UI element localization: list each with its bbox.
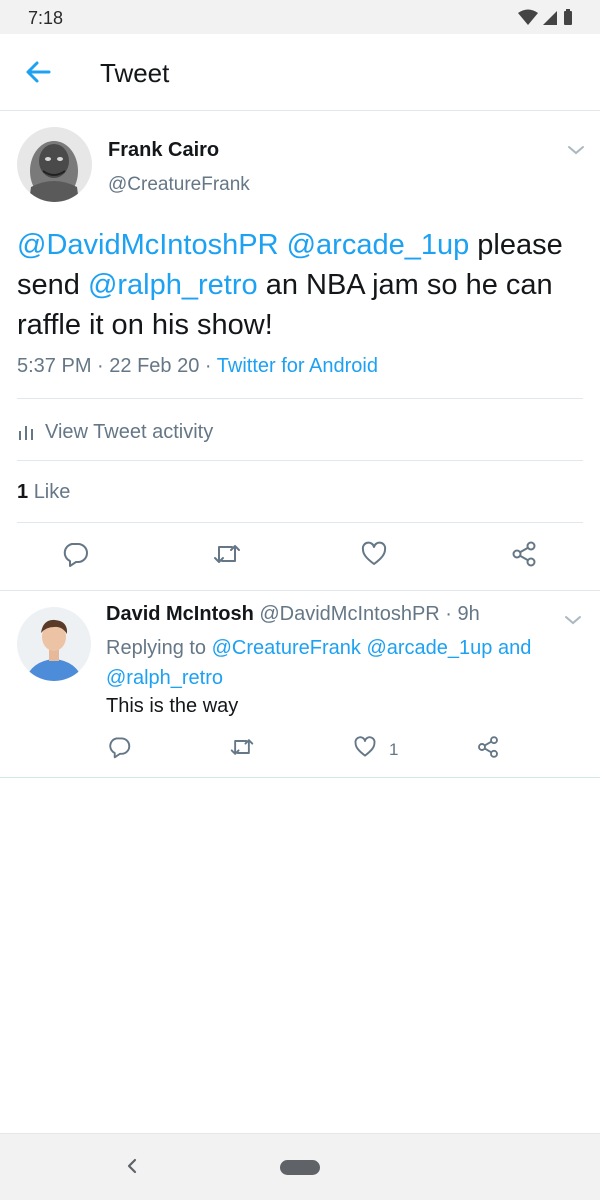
retweet-icon (230, 739, 254, 755)
like-button[interactable] (352, 734, 378, 760)
meta-separator: · (204, 355, 212, 377)
replying-to-mention[interactable]: @CreatureFrank (212, 637, 361, 659)
top-app-bar: Tweet (0, 34, 600, 111)
reply-header: David McIntosh @DavidMcIntoshPR · 9h (106, 603, 480, 626)
divider (17, 522, 583, 523)
tweet-source-link[interactable]: Twitter for Android (217, 355, 378, 377)
status-bar: 7:18 (0, 0, 600, 34)
arrow-left-icon (26, 61, 51, 83)
nav-back-icon[interactable] (120, 1154, 144, 1178)
main-tweet: Frank Cairo @CreatureFrank @DavidMcIntos… (0, 111, 600, 591)
system-nav-bar (0, 1133, 600, 1200)
analytics-icon (19, 426, 33, 440)
meta-separator: · (97, 355, 104, 377)
tweet-time: 5:37 PM (17, 355, 92, 377)
replying-to: Replying to @CreatureFrank @arcade_1up a… (106, 633, 586, 693)
tweet-text: @DavidMcIntoshPR @arcade_1up please send… (17, 225, 587, 345)
heart-icon (361, 541, 387, 565)
view-tweet-activity[interactable]: View Tweet activity (17, 418, 213, 446)
author-handle[interactable]: @CreatureFrank (108, 174, 250, 196)
likes-count[interactable]: 1 Like (17, 481, 70, 504)
retweet-icon (214, 545, 240, 563)
reply-icon (63, 543, 88, 567)
avatar[interactable] (17, 127, 92, 202)
chevron-down-icon[interactable] (564, 138, 588, 162)
share-button[interactable] (475, 734, 501, 760)
status-time: 7:18 (28, 8, 64, 28)
mention-link[interactable]: @DavidMcIntoshPR (17, 229, 279, 261)
page-title: Tweet (100, 58, 170, 88)
wifi-icon (518, 9, 538, 25)
tweet-actions (0, 539, 600, 573)
reply-button[interactable] (106, 734, 132, 760)
share-icon (478, 736, 498, 758)
replying-to-mention[interactable]: @ralph_retro (106, 667, 223, 689)
reply-age: 9h (457, 603, 480, 625)
back-button[interactable] (20, 54, 56, 90)
reply-button[interactable] (60, 539, 90, 569)
tweet-text-segment (279, 229, 287, 261)
reply-tweet[interactable]: David McIntosh @DavidMcIntoshPR · 9h Rep… (0, 591, 600, 778)
meta-separator: · (445, 603, 452, 625)
tweet-meta: 5:37 PM · 22 Feb 20 · Twitter for Androi… (17, 355, 378, 378)
retweet-button[interactable] (212, 539, 242, 569)
share-icon (512, 541, 536, 567)
status-icons (518, 9, 572, 25)
divider (17, 398, 583, 399)
reply-author-handle[interactable]: @DavidMcIntoshPR (259, 603, 439, 625)
heart-icon (354, 736, 376, 757)
retweet-button[interactable] (229, 734, 255, 760)
reply-actions (0, 734, 600, 764)
like-count-number: 1 (17, 481, 29, 503)
reply-text: This is the way (106, 695, 239, 717)
reply-like-count: 1 (389, 740, 399, 759)
divider (17, 460, 583, 461)
like-button[interactable] (359, 539, 389, 569)
replying-to-mention[interactable]: @arcade_1up (366, 637, 492, 659)
mention-link[interactable]: @ralph_retro (88, 269, 258, 301)
author-name[interactable]: Frank Cairo (108, 139, 219, 162)
avatar[interactable] (17, 607, 91, 681)
signal-icon (543, 11, 557, 25)
like-count-label: Like (33, 481, 71, 503)
mention-link[interactable]: @arcade_1up (287, 229, 470, 261)
replying-to-joiner: and (492, 637, 532, 659)
reply-author-name[interactable]: David McIntosh (106, 603, 254, 625)
chevron-down-icon[interactable] (561, 608, 585, 632)
view-tweet-activity-label: View Tweet activity (45, 420, 214, 443)
reply-icon (109, 737, 131, 759)
battery-icon (564, 11, 572, 25)
tweet-date: 22 Feb 20 (109, 355, 200, 377)
share-button[interactable] (509, 539, 539, 569)
replying-to-prefix: Replying to (106, 637, 212, 659)
nav-home-pill[interactable] (280, 1160, 320, 1175)
